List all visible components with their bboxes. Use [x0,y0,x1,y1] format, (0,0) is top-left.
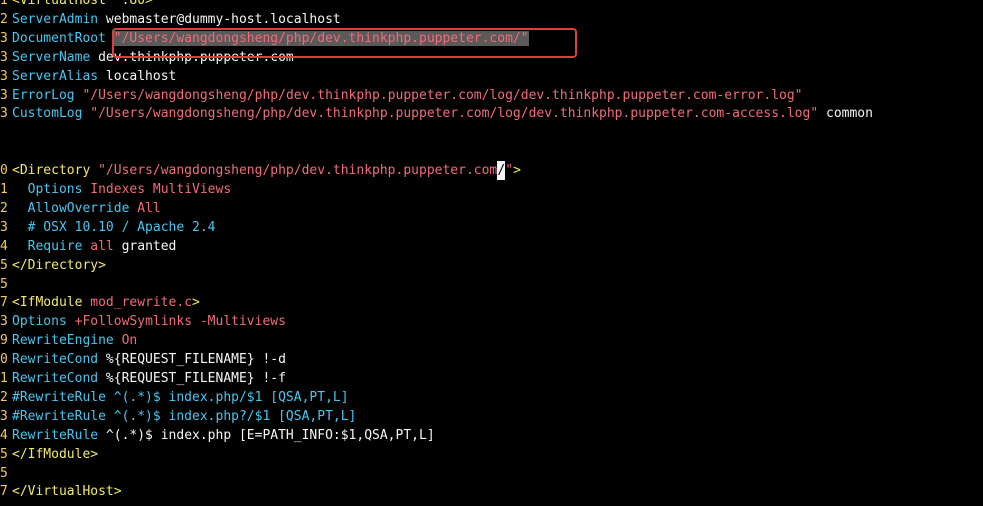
code-token-tag: > [513,163,521,179]
code-line[interactable]: 2 AllowOverride All [0,199,161,218]
code-token-comment: #RewriteRule ^(.*)$ index.php?/$1 [QSA,P… [12,408,357,424]
code-token-string: mod_rewrite.c [90,295,193,311]
line-number: 2 [0,11,8,27]
code-line[interactable]: 3 Options +FollowSymlinks -Multiviews [0,312,286,331]
code-token-text: %{REQUEST_FILENAME} !-f [105,371,286,386]
code-line[interactable]: 0 <Directory "/Users/wangdongsheng/php/de… [0,161,521,181]
code-token-text: %{REQUEST_FILENAME} !-d [105,352,286,368]
code-line[interactable]: 3 CustomLog "/Users/wangdongsheng/php/dev… [0,104,873,123]
code-token-keyword: Options [12,314,75,330]
code-token-comment: # OSX 10.10 / Apache 2.4 [12,219,216,235]
code-token-string: +FollowSymlinks -Multiviews [74,314,286,330]
code-token-tag: </Directory> [12,257,106,273]
code-line[interactable]: 3 #RewriteRule ^(.*)$ index.php?/$1 [QSA,… [0,407,356,426]
code-line[interactable]: 7 <IfModule mod_rewrite.c> [0,293,200,312]
code-token-text: webmaster@dummy-host.localhost [105,11,341,27]
line-number: 3 [0,314,8,330]
line-number: 2 [0,389,8,405]
code-line[interactable]: 2 #RewriteRule ^(.*)$ index.php/$1 [QSA,P… [0,388,349,407]
line-number: 7 [0,295,8,311]
code-line[interactable]: 5 </IfModule> [0,445,98,464]
line-number: 3 [0,408,8,424]
code-token-keyword: Options [12,182,91,197]
code-line[interactable]: 1 Options Indexes MultiViews [0,180,231,199]
code-token-string: " [505,163,514,179]
code-token-keyword: RewriteCond [12,371,106,386]
code-token-string: "/Users/wangdongsheng/php/dev.thinkphp.p… [82,87,803,103]
code-line[interactable]: 9 RewriteEngine On [0,331,137,350]
code-line[interactable]: 2 ServerAdmin webmaster@dummy-host.localh… [0,10,341,29]
code-token-text: localhost [105,68,177,84]
line-number: 0 [0,352,8,368]
code-line[interactable] [0,123,12,142]
code-token-string: All [137,200,161,216]
code-line[interactable]: 0 RewriteCond %{REQUEST_FILENAME} !-d [0,350,286,369]
code-editor[interactable]: 1 <VirtualHost *:80> 2 ServerAdmin webmaste… [0,0,983,506]
line-number: 3 [0,49,8,65]
line-number: 9 [0,333,8,349]
line-number: 3 [0,87,8,103]
code-line[interactable]: 4 RewriteRule ^(.*)$ index.php [E=PATH_IN… [0,426,435,445]
code-token-string: "/Users/wangdongsheng/php/dev.thinkphp.p… [90,106,819,122]
code-token-string: "/Users/wangdongsheng/php/dev.thinkphp.p… [98,163,498,179]
code-line[interactable]: 1 RewriteCond %{REQUEST_FILENAME} !-f [0,369,286,388]
code-token-keyword: ServerAdmin [12,11,106,27]
line-number: 3 [0,106,8,122]
code-token-string: Indexes MultiViews [90,182,232,197]
code-token-tag: <Directory [12,163,99,179]
code-token-keyword: DocumentRoot [12,30,114,46]
code-token-text: granted [113,238,177,254]
code-line[interactable] [0,142,12,161]
line-number: 3 [0,219,8,235]
code-token-keyword: ErrorLog [12,87,83,103]
code-token-keyword: CustomLog [12,106,91,122]
code-token-tag: </VirtualHost> [12,484,122,500]
code-token-keyword: RewriteRule [12,427,106,443]
code-line[interactable]: 4 Require all granted [0,237,176,256]
line-number: 5 [0,257,8,273]
line-number: 3 [0,30,8,46]
code-token-string: On [121,333,138,349]
code-token-tag: </IfModule> [12,446,99,462]
line-number: 0 [0,163,8,179]
line-number: 4 [0,238,8,254]
code-line[interactable]: 1 <VirtualHost *:80> [0,0,153,10]
code-line[interactable]: 5 [0,464,12,483]
code-line[interactable]: 7 </VirtualHost> [0,482,122,501]
code-token-string: all [90,238,114,254]
code-token-keyword: RewriteCond [12,352,106,368]
code-token-tag: > [192,295,200,311]
code-line[interactable]: 5 </Directory> [0,256,106,275]
code-line[interactable]: 3 ServerAlias localhost [0,67,176,86]
line-number: 2 [0,200,8,216]
line-number: 7 [0,484,8,500]
line-number: 1 [0,371,8,386]
code-line[interactable]: 3 ErrorLog "/Users/wangdongsheng/php/dev.… [0,86,803,105]
code-token-keyword: AllowOverride [12,200,138,216]
line-number: 4 [0,427,8,443]
annotation-highlight-box [112,28,577,58]
line-number: 5 [0,446,8,462]
code-token-tag: <VirtualHost *:80> [12,0,153,8]
code-token-text: common [818,106,873,122]
code-token-tag: <IfModule [12,295,91,311]
line-number: 5 [0,465,8,481]
line-number: 5 [0,276,8,292]
line-number: 3 [0,68,8,84]
code-token-text: ^(.*)$ index.php [E=PATH_INFO:$1,QSA,PT,… [105,427,435,443]
code-token-keyword: Require [12,238,91,254]
code-line[interactable]: 5 [0,275,12,294]
code-token-keyword: ServerAlias [12,68,106,84]
code-token-keyword: RewriteEngine [12,333,122,349]
line-number: 1 [0,0,8,8]
code-token-comment: #RewriteRule ^(.*)$ index.php/$1 [QSA,PT… [12,389,349,405]
code-line[interactable]: 3 # OSX 10.10 / Apache 2.4 [0,218,216,237]
code-token-keyword: ServerName [12,49,99,65]
line-number: 1 [0,182,8,197]
